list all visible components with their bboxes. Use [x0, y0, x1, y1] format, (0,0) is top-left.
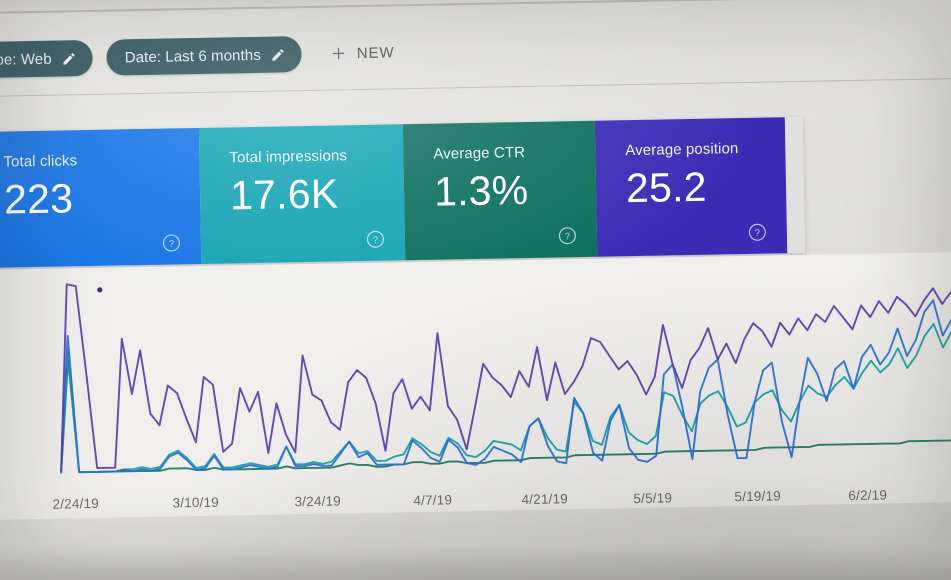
metric-card-value: 223 [3, 175, 74, 223]
svg-text:?: ? [169, 239, 174, 250]
filter-chip-date[interactable]: Date: Last 6 months [106, 36, 303, 76]
chart-series-line [59, 343, 951, 472]
pencil-icon[interactable] [271, 47, 286, 62]
search-console-page: type: Web Date: Last 6 months NEW La [0, 0, 951, 580]
metric-card-value: 1.3% [433, 166, 529, 215]
x-axis-tick-label: 5/5/19 [633, 489, 673, 506]
metric-cards-row: Total clicks 223 ? Total impressions 17.… [0, 117, 805, 269]
metric-card-label: Average CTR [433, 144, 526, 163]
metric-card-label: Total clicks [3, 152, 78, 171]
new-filter-button[interactable]: NEW [320, 37, 405, 69]
metric-card-label: Total impressions [229, 147, 348, 167]
chart-series-line [59, 324, 951, 473]
x-axis-tick-label: 3/24/19 [294, 493, 342, 510]
help-circle-icon[interactable]: ? [558, 226, 577, 245]
metric-card-average-ctr[interactable]: Average CTR 1.3% ? [402, 120, 598, 261]
plus-icon [333, 47, 345, 60]
filter-chip-search-type[interactable]: type: Web [0, 39, 94, 79]
filter-chip-search-type-label: type: Web [0, 50, 52, 69]
svg-text:?: ? [373, 235, 378, 246]
chart-series-line [58, 300, 951, 473]
x-axis-tick-label: 6/2/19 [848, 487, 888, 504]
metric-card-total-impressions[interactable]: Total impressions 17.6K ? [198, 124, 406, 264]
x-axis-tick-label: 4/7/19 [413, 492, 453, 508]
help-circle-icon[interactable]: ? [162, 233, 181, 252]
metric-card-label: Average position [625, 140, 739, 160]
pencil-icon[interactable] [62, 51, 77, 66]
svg-text:?: ? [755, 228, 760, 239]
filter-chip-date-label: Date: Last 6 months [124, 46, 261, 66]
help-circle-icon[interactable]: ? [366, 230, 385, 249]
x-axis-tick-label: 4/21/19 [521, 490, 569, 507]
filter-toolbar: type: Web Date: Last 6 months NEW [0, 18, 951, 84]
monitor-photo: type: Web Date: Last 6 months NEW La [0, 0, 951, 580]
outlier-dot [97, 287, 103, 293]
new-filter-label: NEW [356, 43, 395, 62]
help-circle-icon[interactable]: ? [748, 223, 767, 242]
performance-chart-svg[interactable] [0, 252, 951, 502]
metric-card-total-clicks[interactable]: Total clicks 223 ? [0, 127, 202, 269]
svg-text:?: ? [565, 231, 570, 242]
chart-series-line [58, 268, 951, 470]
metric-card-value: 25.2 [625, 163, 708, 212]
x-axis-tick-label: 5/19/19 [734, 488, 782, 505]
x-axis-tick-label: 2/24/19 [52, 495, 100, 512]
metric-card-value: 17.6K [229, 170, 339, 219]
metric-card-average-position[interactable]: Average position 25.2 ? [594, 117, 788, 257]
x-axis-tick-label: 3/10/19 [172, 494, 220, 511]
